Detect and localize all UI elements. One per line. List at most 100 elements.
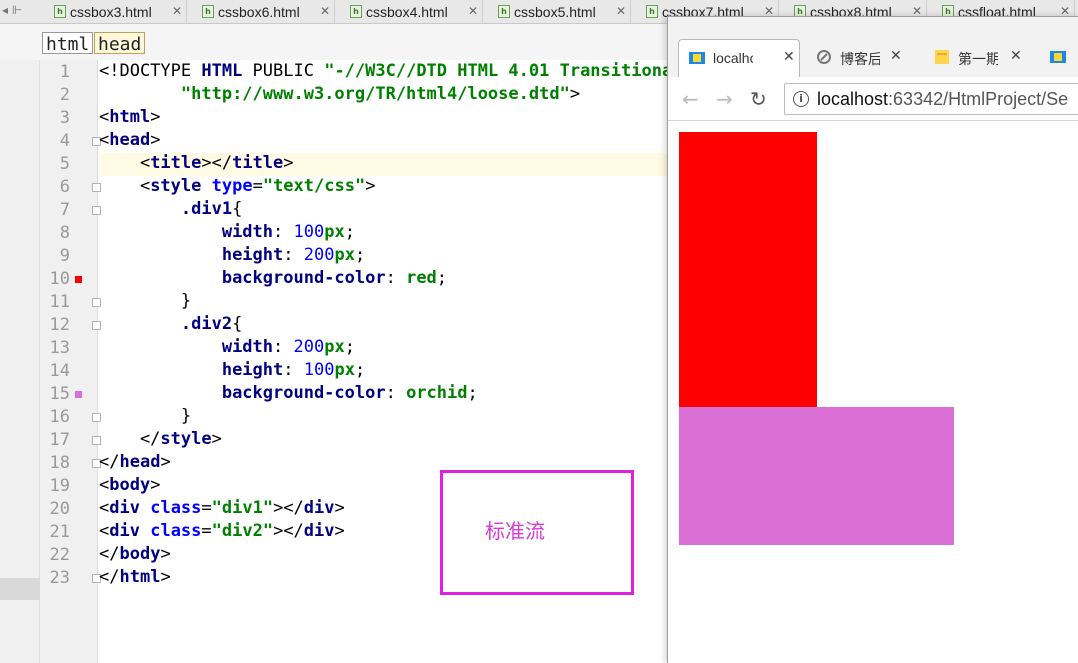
webstorm-favicon-icon [689, 52, 705, 64]
editor-tab[interactable]: h cssbox5.html ✕ [484, 0, 631, 24]
browser-tab-localhost[interactable]: localhost ✕ [678, 39, 800, 77]
code-token: div [303, 521, 335, 541]
line-number: 18 [49, 453, 70, 473]
code-token: title [232, 153, 284, 173]
browser-tab-blog[interactable]: 博客后台 ✕ [806, 39, 916, 77]
code-token: red [406, 268, 437, 288]
url-text[interactable]: localhost:63342/HtmlProject/Se [817, 89, 1068, 110]
editor-tab[interactable]: h cssbox3.html ✕ [40, 0, 187, 24]
code-token: width [221, 337, 274, 357]
code-token: px [334, 360, 355, 380]
code-token: orchid [406, 383, 468, 403]
editor-tab-label: cssbox6.html [218, 4, 300, 20]
code-token: > [160, 567, 171, 587]
code-token: : [273, 337, 294, 357]
code-line: "http://www.w3.org/TR/html4/loose.dtd"> [99, 84, 668, 107]
line-number: 16 [49, 407, 70, 427]
editor-tab[interactable]: h cssbox4.html ✕ [336, 0, 483, 24]
info-icon[interactable]: i [793, 91, 809, 107]
breadcrumb-head[interactable]: head [94, 32, 146, 55]
editor-tab[interactable]: h cssbox6.html ✕ [188, 0, 335, 24]
div2-orchid-box [679, 407, 954, 545]
webstorm-favicon-icon [1050, 51, 1066, 63]
browser-tab-more[interactable] [1040, 39, 1078, 77]
url-path: :63342/HtmlProject/Se [888, 89, 1069, 109]
code-line: <!DOCTYPE HTML PUBLIC "-//W3C//DTD HTML … [99, 61, 668, 84]
code-token: "div2" [211, 521, 274, 541]
code-token: : [385, 383, 407, 403]
address-bar[interactable]: i localhost:63342/HtmlProject/Se [784, 83, 1078, 115]
code-token: = [201, 521, 212, 541]
line-number: 19 [49, 476, 70, 496]
code-token: background-color [221, 268, 386, 288]
code-token: div [109, 521, 140, 541]
code-line: .div1{ [99, 199, 668, 222]
line-gutter: 1 2 3 4 5 6 7 8 9 10 11 12 13 14 15 16 17 18 19 20 21 22 23 [40, 60, 101, 663]
code-token: : [283, 360, 304, 380]
code-token: <!DOCTYPE [99, 61, 202, 81]
html-file-icon: h [646, 5, 658, 18]
code-token: : [385, 268, 407, 288]
browser-tab-first[interactable]: 第一期 ✕ [924, 39, 1032, 77]
code-token: head [109, 130, 151, 150]
line-number: 23 [49, 568, 70, 588]
close-icon[interactable]: ✕ [783, 49, 795, 65]
close-icon[interactable]: ✕ [468, 4, 478, 18]
code-line: </style> [99, 429, 668, 452]
editor-tab-label: cssbox3.html [70, 4, 152, 20]
code-token: 200 [293, 337, 325, 357]
close-icon[interactable]: ✕ [616, 4, 626, 18]
code-token: class [150, 521, 202, 541]
close-icon[interactable]: ✕ [320, 4, 330, 18]
code-token: ></ [273, 521, 304, 541]
line-number: 22 [49, 545, 70, 565]
code-token: .div1 [180, 199, 233, 219]
code-token: height [221, 360, 284, 380]
code-token: > [569, 84, 581, 104]
annotation-box: 标准流 [440, 470, 634, 595]
close-icon[interactable]: ✕ [172, 4, 182, 18]
code-token: : [273, 222, 294, 242]
browser-window: localhost ✕ 博客后台 ✕ 第一期 ✕ ← → ↻ [667, 16, 1078, 663]
line-number: 20 [49, 499, 70, 519]
line-number: 14 [49, 361, 70, 381]
code-token: "http://www.w3.org/TR/html4/loose.dtd" [180, 84, 570, 104]
code-token: 100 [303, 360, 335, 380]
code-token: < [99, 107, 110, 127]
code-token: </ [99, 567, 120, 587]
code-token: ></ [273, 498, 304, 518]
code-line: height: 100px; [99, 360, 668, 383]
code-token: > [283, 153, 294, 173]
code-token: ; [354, 360, 366, 380]
tab-scroll-icon[interactable]: ◂ ⊩ [2, 3, 22, 17]
code-token: > [334, 498, 345, 518]
code-token: ; [354, 245, 366, 265]
reload-icon[interactable]: ↻ [750, 87, 767, 111]
browser-tab-strip: localhost ✕ 博客后台 ✕ 第一期 ✕ [668, 17, 1078, 77]
code-token: : [283, 245, 304, 265]
code-line: } [99, 291, 668, 314]
color-swatch-icon [75, 276, 82, 283]
forward-arrow-icon[interactable]: → [716, 87, 733, 111]
back-arrow-icon[interactable]: ← [682, 87, 699, 111]
close-icon[interactable]: ✕ [890, 48, 902, 64]
code-token: div [109, 498, 140, 518]
breadcrumb-html[interactable]: html [42, 32, 94, 55]
tool-strip-selection [0, 578, 40, 600]
code-token: > [211, 429, 222, 449]
close-icon[interactable]: ✕ [1010, 48, 1022, 64]
line-number: 10 [49, 269, 70, 289]
code-token: type [211, 176, 253, 196]
code-token: > [365, 176, 376, 196]
code-token: body [119, 544, 161, 564]
code-token: > [150, 475, 161, 495]
code-token: ></ [201, 153, 233, 173]
annotation-label: 标准流 [485, 519, 545, 543]
